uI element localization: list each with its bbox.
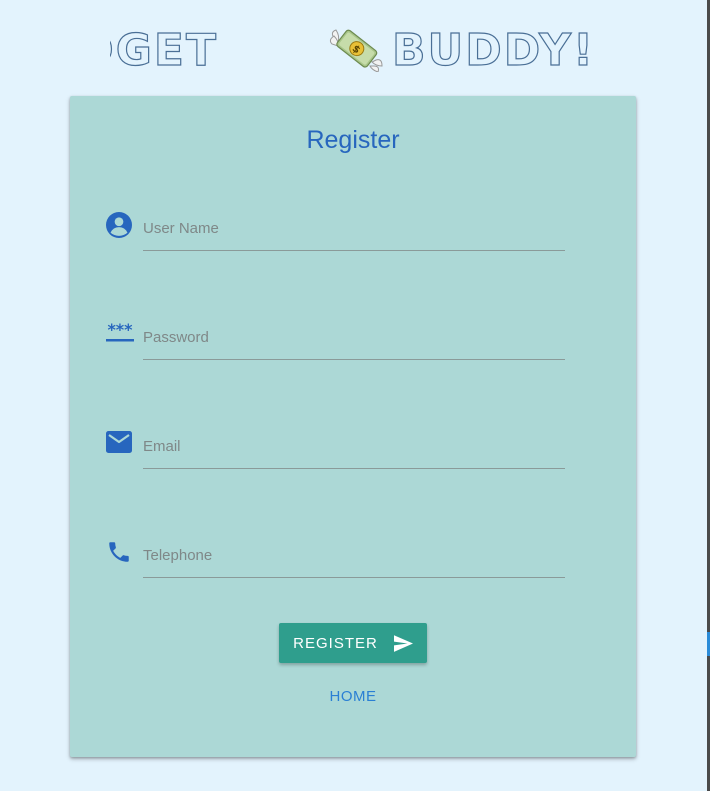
email-input[interactable] xyxy=(143,424,565,469)
register-button-label: REGISTER xyxy=(293,634,378,652)
money-with-wings-icon: $ xyxy=(329,29,383,72)
telephone-input[interactable] xyxy=(143,533,565,578)
phone-icon xyxy=(109,542,129,562)
password-input[interactable] xyxy=(143,315,565,360)
username-input[interactable] xyxy=(143,206,565,251)
card-title: Register xyxy=(306,126,400,154)
telephone-field-group xyxy=(106,533,566,578)
send-icon xyxy=(393,634,413,652)
email-icon xyxy=(106,431,132,453)
email-field-group xyxy=(106,424,566,469)
app-title: BUDGET $ BUDDY! xyxy=(0,22,710,72)
svg-text:***: *** xyxy=(107,322,133,339)
app-title-right: BUDDY! xyxy=(392,25,595,72)
username-field-group xyxy=(106,206,566,251)
password-icon: *** xyxy=(106,322,134,342)
page: BUDGET $ BUDDY! Register xyxy=(0,0,710,791)
home-link[interactable]: HOME xyxy=(70,688,636,705)
app-title-graphic: BUDGET $ BUDDY! xyxy=(110,24,595,72)
password-field-group: *** xyxy=(106,315,566,360)
account-circle-icon xyxy=(106,212,132,238)
register-button[interactable]: REGISTER xyxy=(279,623,427,663)
register-card: Register *** xyxy=(70,96,636,757)
app-title-left: BUDGET xyxy=(110,25,218,72)
